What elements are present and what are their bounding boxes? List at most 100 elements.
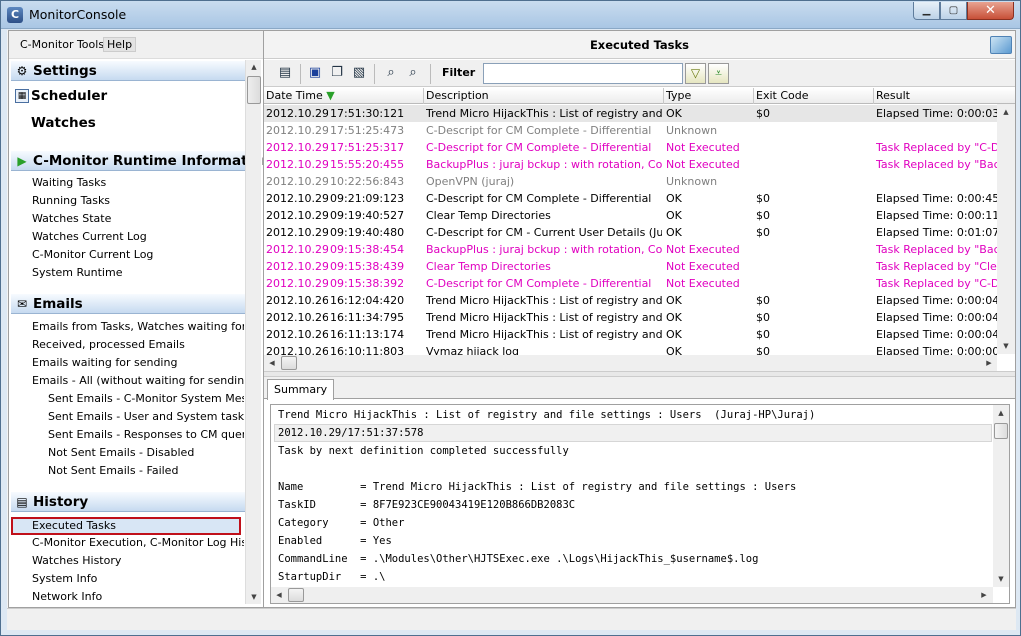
table-row[interactable]: 2012.10.29 09:15:38:454 BackupPlus : juraj… xyxy=(264,241,997,258)
nav-scrollbar[interactable]: ▲ ▼ xyxy=(245,60,261,604)
filter-input[interactable] xyxy=(483,63,683,84)
nav-emails-waiting[interactable]: Emails from Tasks, Watches waiting for s… xyxy=(32,320,244,333)
menu-bar: C-Monitor Tools Help xyxy=(9,31,263,59)
table-row[interactable]: 2012.10.26 16:12:04:420 Trend Micro Hijack… xyxy=(264,292,997,309)
summary-vscroll-thumb[interactable] xyxy=(994,423,1008,439)
section-scheduler[interactable]: Scheduler xyxy=(31,88,107,104)
nav-sent-responses[interactable]: Sent Emails - Responses to CM queries xyxy=(48,428,244,441)
filter-label: Filter xyxy=(442,66,476,79)
table-cell-time: 17:51:30:121 xyxy=(330,107,405,120)
grid-vertical-scrollbar[interactable]: ▲ ▼ xyxy=(997,104,1015,354)
nav-received-emails[interactable]: Received, processed Emails xyxy=(32,338,244,351)
nav-waiting-tasks[interactable]: Waiting Tasks xyxy=(32,176,244,189)
column-description[interactable]: Description xyxy=(424,88,664,104)
section-watches[interactable]: Watches xyxy=(31,115,96,131)
scroll-left-arrow-icon[interactable]: ◀ xyxy=(271,587,287,603)
nav-emails-waiting-sending[interactable]: Emails waiting for sending xyxy=(32,356,244,369)
scroll-up-arrow-icon[interactable]: ▲ xyxy=(993,405,1009,421)
find-next-icon[interactable]: ⌕ xyxy=(404,64,422,82)
nav-not-sent-disabled[interactable]: Not Sent Emails - Disabled xyxy=(48,446,244,459)
nav-cmonitor-execution-history[interactable]: C-Monitor Execution, C-Monitor Log Histo… xyxy=(32,536,244,549)
table-row[interactable]: 2012.10.29 17:51:30:121 Trend Micro Hijack… xyxy=(264,105,997,122)
minimize-button[interactable]: ▁ xyxy=(913,2,940,20)
table-row[interactable]: 2012.10.29 09:19:40:480 C-Descript for CM … xyxy=(264,224,997,241)
table-row[interactable]: 2012.10.29 09:15:38:439 Clear Temp Directo… xyxy=(264,258,997,275)
table-row[interactable]: 2012.10.29 15:55:20:455 BackupPlus : juraj… xyxy=(264,156,997,173)
table-row[interactable]: 2012.10.26 16:11:13:174 Trend Micro Hijack… xyxy=(264,326,997,343)
summary-horizontal-scrollbar[interactable]: ◀ ▶ xyxy=(271,587,993,603)
app-icon: C xyxy=(7,7,23,23)
scroll-up-arrow-icon[interactable]: ▲ xyxy=(246,60,262,74)
preview-icon[interactable]: ▧ xyxy=(350,64,368,82)
scroll-left-arrow-icon[interactable]: ◀ xyxy=(264,355,280,371)
nav-emails-all[interactable]: Emails - All (without waiting for sendin… xyxy=(32,374,244,387)
table-row[interactable]: 2012.10.29 10:22:56:843 OpenVPN (juraj) Unk… xyxy=(264,173,997,190)
report-icon[interactable]: ▤ xyxy=(276,64,294,82)
table-cell-type: OK xyxy=(666,294,682,307)
scroll-down-arrow-icon[interactable]: ▼ xyxy=(246,590,262,604)
section-history[interactable]: ▤ History xyxy=(11,492,245,512)
table-row[interactable]: 2012.10.29 17:51:25:473 C-Descript for CM … xyxy=(264,122,997,139)
table-row[interactable]: 2012.10.29 09:21:09:123 C-Descript for CM … xyxy=(264,190,997,207)
nav-watches-state[interactable]: Watches State xyxy=(32,212,244,225)
clear-filter-icon[interactable]: ⩡ xyxy=(708,63,729,84)
column-exit-code[interactable]: Exit Code xyxy=(754,88,874,104)
table-cell-type: Unknown xyxy=(666,124,718,137)
table-cell-type: OK xyxy=(666,311,682,324)
save-icon[interactable]: ▣ xyxy=(306,64,324,82)
nav-network-info[interactable]: Network Info xyxy=(32,590,244,603)
summary-message: Task by next definition completed succes… xyxy=(278,445,569,457)
scroll-up-arrow-icon[interactable]: ▲ xyxy=(998,104,1014,120)
scroll-down-arrow-icon[interactable]: ▼ xyxy=(993,571,1009,587)
summary-field: CommandLine = .\Modules\Other\HJTSExec.e… xyxy=(278,553,759,565)
nav-watches-history[interactable]: Watches History xyxy=(32,554,244,567)
nav-system-runtime[interactable]: System Runtime xyxy=(32,266,244,279)
column-type[interactable]: Type xyxy=(664,88,754,104)
table-cell-time: 09:15:38:454 xyxy=(330,243,405,256)
nav-cmonitor-current-log[interactable]: C-Monitor Current Log xyxy=(32,248,244,261)
close-button[interactable]: ✕ xyxy=(967,2,1014,20)
column-result[interactable]: Result xyxy=(874,88,1015,104)
summary-vertical-scrollbar[interactable]: ▲ ▼ xyxy=(993,405,1009,587)
nav-watches-current-log[interactable]: Watches Current Log xyxy=(32,230,244,243)
table-cell-desc: C-Descript for CM Complete - Differentia… xyxy=(426,192,652,205)
summary-hscroll-thumb[interactable] xyxy=(288,588,304,602)
filter-icon[interactable]: ▽ xyxy=(685,63,706,84)
menu-cmonitor-tools[interactable]: C-Monitor Tools xyxy=(20,38,104,51)
grid-hscroll-thumb[interactable] xyxy=(281,356,297,370)
nav-not-sent-failed[interactable]: Not Sent Emails - Failed xyxy=(48,464,244,477)
section-runtime[interactable]: ▶ C-Monitor Runtime Information' xyxy=(11,151,275,171)
table-row[interactable]: 2012.10.29 09:19:40:527 Clear Temp Directo… xyxy=(264,207,997,224)
scroll-right-arrow-icon[interactable]: ▶ xyxy=(981,355,997,371)
maximize-button[interactable]: ▢ xyxy=(940,2,967,20)
section-emails[interactable]: ✉ Emails xyxy=(11,294,245,314)
tab-summary[interactable]: Summary xyxy=(267,379,335,400)
scroll-right-arrow-icon[interactable]: ▶ xyxy=(976,587,992,603)
column-datetime[interactable]: Date Time ▼ xyxy=(264,88,424,104)
table-cell-desc: C-Descript for CM Complete - Differentia… xyxy=(426,277,652,290)
scroll-down-arrow-icon[interactable]: ▼ xyxy=(998,338,1014,354)
grid-horizontal-scrollbar[interactable]: ◀ ▶ xyxy=(264,355,997,371)
find-icon[interactable]: ⌕ xyxy=(382,64,400,82)
table-row[interactable]: 2012.10.29 09:15:38:392 C-Descript for CM … xyxy=(264,275,997,292)
nav-scroll-thumb[interactable] xyxy=(247,76,261,104)
title-bar[interactable]: C MonitorConsole ▁ ▢ ✕ xyxy=(1,1,1020,29)
nav-sent-system-message[interactable]: Sent Emails - C-Monitor System Message xyxy=(48,392,244,405)
nav-system-info[interactable]: System Info xyxy=(32,572,244,585)
menu-help[interactable]: Help xyxy=(103,37,137,52)
gear-icon: ⚙ xyxy=(16,64,28,78)
copy-icon[interactable]: ❐ xyxy=(328,64,346,82)
table-cell-result: Task Replaced by "BackupPlus xyxy=(876,158,997,171)
table-row[interactable]: 2012.10.26 16:11:34:795 Trend Micro Hijack… xyxy=(264,309,997,326)
table-cell-date: 2012.10.29 xyxy=(266,209,328,222)
table-row[interactable]: 2012.10.29 17:51:25:317 C-Descript for CM … xyxy=(264,139,997,156)
table-cell-date: 2012.10.29 xyxy=(266,158,328,171)
nav-executed-tasks[interactable]: Executed Tasks xyxy=(11,517,241,535)
table-cell-time: 09:15:38:392 xyxy=(330,277,405,290)
summary-field: TaskID = 8F7E923CE90043419E120B866DB2083… xyxy=(278,499,576,511)
section-settings[interactable]: ⚙ Settings xyxy=(11,61,245,81)
table-cell-type: Unknown xyxy=(666,175,718,188)
table-cell-result: Task Replaced by "BackupPlus xyxy=(876,243,997,256)
nav-sent-user-system[interactable]: Sent Emails - User and System tasks Res xyxy=(48,410,244,423)
nav-running-tasks[interactable]: Running Tasks xyxy=(32,194,244,207)
